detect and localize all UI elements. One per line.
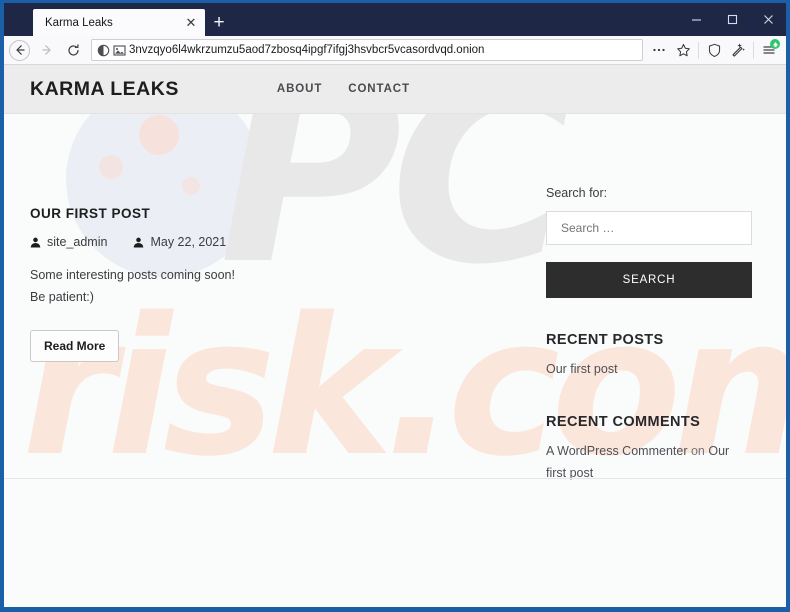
nav-link-about[interactable]: About [277,83,322,95]
search-input[interactable] [546,211,752,245]
title-bar: Karma Leaks ✕ + [4,3,786,36]
page-viewport: PC risk.com Karma Leaks About Contact Ou… [4,65,786,607]
post-date: May 22, 2021 [133,235,226,249]
address-bar[interactable]: 3nvzqyo6l4wkrzumzu5aod7zbosq4ipgf7ifgj3h… [91,39,643,61]
tab-close-icon[interactable]: ✕ [183,15,199,31]
toolbar-divider [698,41,699,59]
user-icon-date [134,237,144,248]
post-title[interactable]: Our first post [30,206,500,221]
recent-post-item[interactable]: Our first post [546,359,752,380]
page-actions-icon[interactable] [647,38,671,62]
recent-post-link[interactable]: Our first post [546,362,618,376]
footer-divider [4,478,786,479]
comment-connector: on [690,444,705,459]
close-button[interactable] [750,3,786,36]
application-menu-icon[interactable] [757,38,781,62]
post-date-value: May 22, 2021 [150,235,227,249]
page-content: Our first post site_admin [4,114,786,484]
post-excerpt-line-2: Be patient:) [30,289,94,304]
window-controls [678,3,786,36]
forward-button[interactable] [33,38,60,63]
tab-strip: Karma Leaks ✕ + [4,3,233,36]
site-brand[interactable]: Karma Leaks [30,78,179,101]
tab-title: Karma Leaks [45,16,113,29]
post-excerpt: Some interesting posts coming soon! Be p… [30,265,500,309]
page-info-icon[interactable] [113,44,126,57]
reload-button[interactable] [60,38,87,63]
recent-posts-list: Our first post [546,359,752,380]
user-icon [30,237,41,248]
back-button[interactable] [9,39,30,61]
new-tab-button[interactable]: + [205,9,233,36]
site-header: Karma Leaks About Contact [4,65,786,114]
nav-link-contact[interactable]: Contact [348,83,410,95]
post-author-name: site_admin [47,235,108,249]
search-label: Search for: [546,186,608,200]
search-button[interactable]: Search [546,262,752,298]
update-badge-icon [770,39,780,49]
comment-author-link[interactable]: A WordPress Commenter [546,444,687,458]
site-navigation: About Contact [277,83,410,95]
recent-posts-title: Recent Posts [546,332,664,348]
bookmark-star-icon[interactable] [671,38,695,62]
main-column: Our first post site_admin [30,114,500,484]
minimize-button[interactable] [678,3,714,36]
site-permissions-icon[interactable] [97,44,110,57]
post-author: site_admin [30,235,107,249]
post-excerpt-line-1: Some interesting posts coming soon! [30,268,235,282]
maximize-button[interactable] [714,3,750,36]
sidebar: Search for: Search Recent Posts Our firs… [546,114,752,484]
url-text: 3nvzqyo6l4wkrzumzu5aod7zbosq4ipgf7ifgj3h… [129,44,485,56]
recent-comments-title: Recent Comments [546,414,701,431]
tracking-protection-shield-icon[interactable] [702,38,726,62]
post-meta: site_admin May 22, 2021 [30,235,500,249]
browser-tab[interactable]: Karma Leaks ✕ [33,9,205,36]
toolbar-divider-2 [753,41,754,59]
new-identity-icon[interactable] [726,38,750,62]
browser-window: Karma Leaks ✕ + 3nvzqyo6l4wkrzumzu5aod7z… [0,0,790,612]
read-more-button[interactable]: Read More [30,329,120,362]
browser-toolbar: 3nvzqyo6l4wkrzumzu5aod7zbosq4ipgf7ifgj3h… [4,36,786,65]
